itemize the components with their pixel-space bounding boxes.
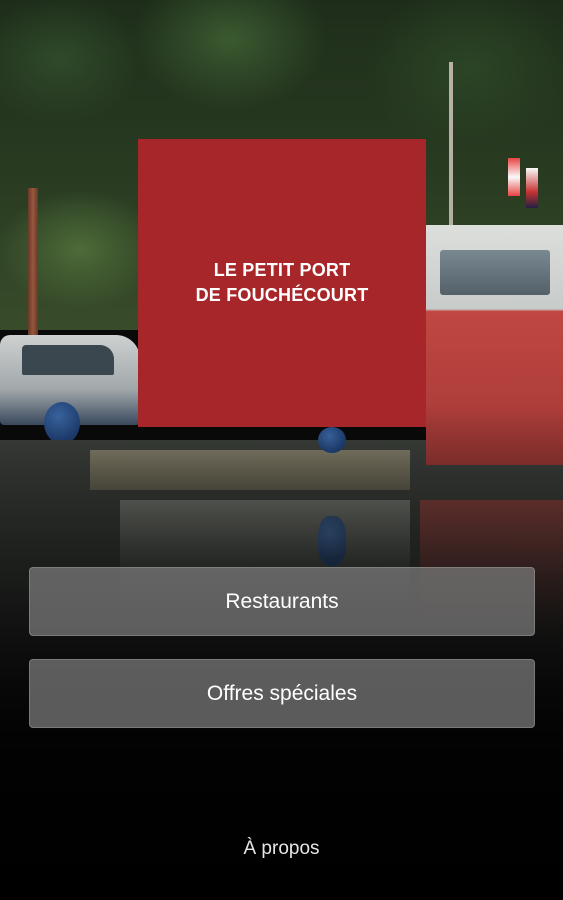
special-offers-button[interactable]: Offres spéciales: [29, 659, 535, 728]
app-logo: LE PETIT PORT DE FOUCHÉCOURT: [138, 139, 426, 427]
background-fade-overlay: [0, 0, 563, 900]
special-offers-button-label: Offres spéciales: [206, 681, 358, 705]
background-photo: [0, 0, 563, 900]
logo-title-line-2: DE FOUCHÉCOURT: [195, 285, 369, 305]
app-screen: LE PETIT PORT DE FOUCHÉCOURT Restaurants…: [0, 0, 563, 900]
logo-title-line-1: LE PETIT PORT: [213, 260, 351, 280]
restaurants-button-label: Restaurants: [225, 589, 339, 613]
restaurants-button[interactable]: Restaurants: [29, 567, 535, 636]
about-link[interactable]: À propos: [0, 838, 563, 860]
